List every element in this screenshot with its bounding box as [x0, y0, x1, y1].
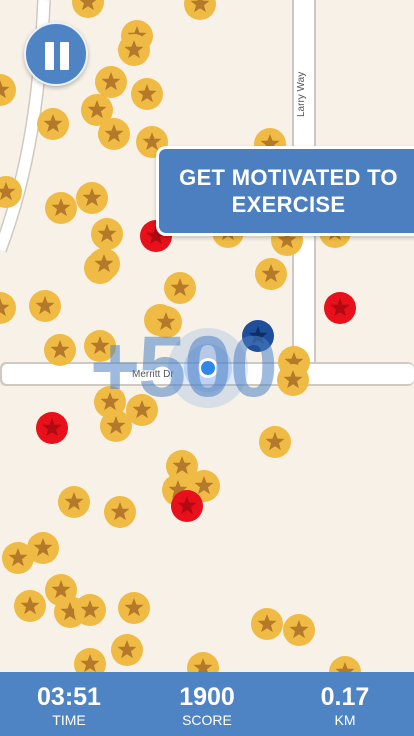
- time-value: 03:51: [37, 683, 101, 711]
- gold-coin[interactable]: [58, 486, 90, 518]
- gold-coin[interactable]: [104, 496, 136, 528]
- gold-coin[interactable]: [72, 0, 104, 18]
- gold-coin[interactable]: [259, 426, 291, 458]
- gold-coin[interactable]: [88, 248, 120, 280]
- gold-coin[interactable]: [98, 118, 130, 150]
- stats-bar: 03:51 TIME 1900 SCORE 0.17 KM: [0, 672, 414, 736]
- gold-coin[interactable]: [0, 292, 16, 324]
- red-coin[interactable]: [171, 490, 203, 522]
- gold-coin[interactable]: [95, 66, 127, 98]
- gold-coin[interactable]: [0, 74, 16, 106]
- gold-coin[interactable]: [74, 594, 106, 626]
- bonus-points-text: +500: [90, 319, 278, 415]
- red-coin[interactable]: [324, 292, 356, 324]
- gold-coin[interactable]: [251, 608, 283, 640]
- gold-coin[interactable]: [91, 218, 123, 250]
- game-map[interactable]: Merritt Dr Larry Way +500: [0, 0, 414, 672]
- gold-coin[interactable]: [187, 652, 219, 672]
- gold-coin[interactable]: [76, 182, 108, 214]
- gold-coin[interactable]: [44, 334, 76, 366]
- stat-distance: 0.17 KM: [276, 672, 414, 736]
- motivation-banner: GET MOTIVATED TO EXERCISE: [156, 146, 414, 236]
- gold-coin[interactable]: [27, 532, 59, 564]
- gold-coin[interactable]: [111, 634, 143, 666]
- gold-coin[interactable]: [29, 290, 61, 322]
- gold-coin[interactable]: [74, 648, 106, 672]
- gold-coin[interactable]: [118, 592, 150, 624]
- gold-coin[interactable]: [255, 258, 287, 290]
- distance-label: KM: [334, 712, 356, 728]
- gold-coin[interactable]: [37, 108, 69, 140]
- red-coin[interactable]: [36, 412, 68, 444]
- stat-time: 03:51 TIME: [0, 672, 138, 736]
- gold-coin[interactable]: [164, 272, 196, 304]
- pause-icon-bar: [60, 42, 69, 70]
- score-value: 1900: [179, 683, 235, 711]
- score-label: SCORE: [182, 712, 232, 728]
- banner-line-2: EXERCISE: [231, 192, 346, 217]
- gold-coin[interactable]: [283, 614, 315, 646]
- gold-coin[interactable]: [118, 34, 150, 66]
- time-label: TIME: [52, 712, 86, 728]
- gold-coin[interactable]: [184, 0, 216, 20]
- pause-button[interactable]: [24, 22, 88, 86]
- distance-value: 0.17: [320, 683, 370, 711]
- pause-icon: [45, 42, 54, 70]
- gold-coin[interactable]: [329, 656, 361, 672]
- banner-line-1: GET MOTIVATED TO: [179, 165, 398, 190]
- gold-coin[interactable]: [45, 192, 77, 224]
- gold-coin[interactable]: [14, 590, 46, 622]
- street-label-larry: Larry Way: [296, 71, 307, 117]
- gold-coin[interactable]: [277, 364, 309, 396]
- gold-coin[interactable]: [131, 78, 163, 110]
- stat-score: 1900 SCORE: [138, 672, 276, 736]
